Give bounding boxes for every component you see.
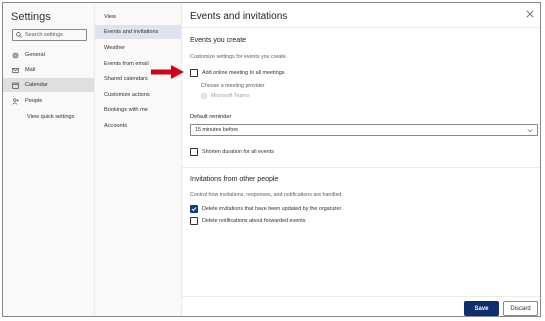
people-icon <box>12 98 19 104</box>
menu-item-label: Shared calendars <box>104 76 148 82</box>
sidebar-item-general[interactable]: General <box>3 48 94 62</box>
section-description: Control how invitations, responses, and … <box>190 192 343 198</box>
menu-item-label: Events from email <box>104 61 149 67</box>
default-reminder-dropdown[interactable]: 15 minutes before <box>190 124 538 136</box>
search-placeholder: Search settings <box>25 32 63 38</box>
discard-button[interactable]: Discard <box>503 301 538 316</box>
menu-item-label: Bookings with me <box>104 107 148 113</box>
red-arrow-icon <box>151 65 184 79</box>
calendar-icon <box>12 82 19 89</box>
menu-item-accounts[interactable]: Accounts <box>95 119 181 133</box>
close-icon[interactable] <box>526 10 534 18</box>
menu-item-label: Events and invitations <box>104 29 159 35</box>
online-meeting-checkbox-row[interactable]: Add online meeting to all meetings <box>190 69 284 77</box>
settings-dialog: Settings Search settings General Mail Ca… <box>2 2 541 317</box>
sidebar-item-label: Calendar <box>25 82 48 88</box>
shorten-duration-label: Shorten duration for all events <box>202 149 274 155</box>
sidebar-item-label: General <box>25 52 45 58</box>
calendar-settings-menu: View Events and invitations Weather Even… <box>95 3 182 316</box>
sidebar-item-calendar[interactable]: Calendar <box>3 78 94 92</box>
shorten-duration-checkbox[interactable] <box>190 148 198 156</box>
sidebar-item-people[interactable]: People <box>3 94 94 108</box>
chevron-down-icon <box>527 129 533 133</box>
menu-item-label: Customize actions <box>104 92 150 98</box>
checkmark-icon <box>191 207 197 212</box>
menu-item-weather[interactable]: Weather <box>95 41 181 55</box>
menu-item-bookings-with-me[interactable]: Bookings with me <box>95 103 181 117</box>
menu-item-customize-actions[interactable]: Customize actions <box>95 88 181 102</box>
menu-item-label: View <box>104 14 117 20</box>
gear-icon <box>12 52 19 58</box>
meeting-provider-label: Choose a meeting provider <box>201 83 265 89</box>
sidebar-item-label: Mail <box>25 67 36 73</box>
meeting-provider-option-label: Microsoft Teams <box>211 93 250 99</box>
section-heading-events-you-create: Events you create <box>190 37 247 44</box>
menu-item-label: Weather <box>104 45 126 51</box>
menu-item-events-and-invitations[interactable]: Events and invitations <box>95 25 181 39</box>
mail-icon <box>12 67 19 73</box>
radio-button <box>201 93 207 99</box>
divider <box>182 27 540 28</box>
online-meeting-label: Add online meeting to all meetings <box>202 70 285 76</box>
search-icon <box>16 32 22 38</box>
page-title: Events and invitations <box>190 11 288 22</box>
save-button[interactable]: Save <box>464 301 499 316</box>
sidebar-item-label: People <box>25 98 43 104</box>
search-input[interactable]: Search settings <box>12 29 87 41</box>
sidebar-item-mail[interactable]: Mail <box>3 63 94 77</box>
section-description: Customize settings for events you create… <box>190 54 288 60</box>
delete-updated-label: Delete invitations that have been update… <box>202 206 342 212</box>
view-quick-settings-link[interactable]: View quick settings <box>3 110 94 124</box>
settings-title: Settings <box>11 11 51 23</box>
delete-forwarded-checkbox[interactable] <box>190 217 198 225</box>
sidebar-item-label: View quick settings <box>27 114 75 120</box>
delete-updated-checkbox-row[interactable]: Delete invitations that have been update… <box>190 205 341 213</box>
section-heading-invitations: Invitations from other people <box>190 176 279 183</box>
meeting-provider-option: Microsoft Teams <box>201 93 249 99</box>
online-meeting-checkbox[interactable] <box>190 69 198 77</box>
default-reminder-label: Default reminder <box>190 114 232 120</box>
delete-updated-checkbox[interactable] <box>190 205 198 213</box>
menu-item-view[interactable]: View <box>95 10 181 24</box>
settings-sidebar: Settings Search settings General Mail Ca… <box>3 3 95 316</box>
delete-forwarded-label: Delete notifications about forwarded eve… <box>202 218 306 224</box>
divider <box>182 296 540 297</box>
settings-content-pane: Events and invitations Events you create… <box>182 3 540 316</box>
default-reminder-value: 15 minutes before <box>195 127 239 133</box>
divider <box>182 167 540 168</box>
delete-forwarded-checkbox-row[interactable]: Delete notifications about forwarded eve… <box>190 217 305 225</box>
menu-item-label: Accounts <box>104 123 128 129</box>
shorten-duration-checkbox-row[interactable]: Shorten duration for all events <box>190 148 274 156</box>
